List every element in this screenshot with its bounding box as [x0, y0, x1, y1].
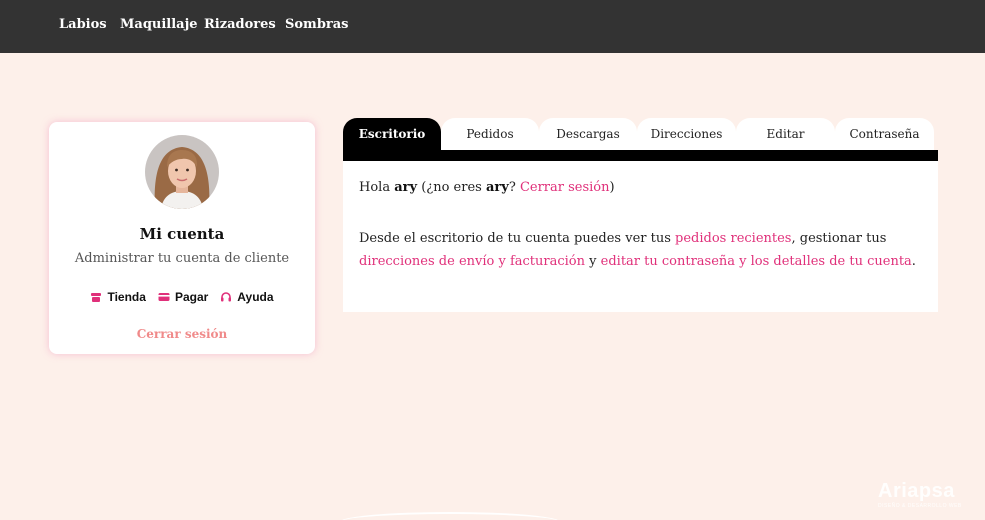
- help-link[interactable]: Ayuda: [220, 290, 274, 304]
- tab-descargas[interactable]: Descargas: [539, 118, 637, 151]
- nav-item-sombras[interactable]: Sombras: [285, 17, 349, 32]
- help-link-label: Ayuda: [237, 290, 274, 304]
- card-quick-links: Tienda Pagar Ayuda: [49, 290, 315, 304]
- tab-active-underline: [343, 150, 938, 161]
- store-link-label: Tienda: [107, 290, 146, 304]
- pay-link-label: Pagar: [174, 290, 209, 304]
- greeting-close-paren: ): [609, 180, 615, 195]
- tab-escritorio[interactable]: Escritorio: [343, 118, 441, 151]
- store-icon: [91, 293, 102, 302]
- greeting-logout-link[interactable]: Cerrar sesión: [520, 180, 610, 195]
- greeting-line: Hola ary (¿no eres ary? Cerrar sesión): [359, 180, 615, 195]
- pay-link[interactable]: Pagar: [158, 290, 208, 304]
- watermark-brand: Ariapsa: [878, 480, 955, 502]
- desc-text-4: .: [911, 254, 916, 269]
- edit-account-link[interactable]: editar tu contraseña y los detalles de t…: [601, 254, 912, 269]
- dashboard-description: Desde el escritorio de tu cuenta puedes …: [359, 227, 929, 273]
- account-profile-card: Mi cuenta Administrar tu cuenta de clien…: [49, 122, 315, 354]
- credit-card-icon: [158, 293, 170, 301]
- store-link[interactable]: Tienda: [90, 290, 146, 304]
- tab-direcciones[interactable]: Direcciones: [637, 118, 736, 151]
- decorative-arc: [340, 512, 560, 520]
- watermark-logo: Ariapsa DISEÑO & DESARROLLO WEB: [878, 480, 968, 516]
- tab-editar[interactable]: Editar: [736, 118, 835, 151]
- tab-pedidos[interactable]: Pedidos: [441, 118, 539, 151]
- greeting-username-2: ary: [485, 180, 509, 195]
- dashboard-panel: Hola ary (¿no eres ary? Cerrar sesión) D…: [343, 161, 938, 312]
- nav-item-rizadores[interactable]: Rizadores: [204, 17, 276, 32]
- greeting-not-you: (¿no eres: [421, 180, 482, 195]
- top-navigation-bar: Labios Maquillaje Rizadores Sombras: [0, 0, 985, 53]
- tab-contrasena[interactable]: Contraseña: [835, 118, 934, 151]
- greeting-qmark: ?: [508, 180, 516, 195]
- desc-text-1: Desde el escritorio de tu cuenta puedes …: [359, 231, 671, 246]
- card-logout-link[interactable]: Cerrar sesión: [49, 327, 315, 341]
- greeting-username: ary: [394, 180, 418, 195]
- watermark-tagline: DISEÑO & DESARROLLO WEB: [878, 503, 962, 509]
- recent-orders-link[interactable]: pedidos recientes: [675, 231, 791, 246]
- greeting-hola: Hola: [359, 180, 391, 195]
- nav-item-labios[interactable]: Labios: [59, 17, 107, 32]
- desc-text-2: , gestionar tus: [791, 231, 887, 246]
- addresses-link[interactable]: direcciones de envío y facturación: [359, 254, 585, 269]
- card-subtitle: Administrar tu cuenta de cliente: [74, 251, 290, 266]
- headphones-icon: [221, 292, 232, 302]
- avatar: [145, 135, 219, 209]
- nav-item-maquillaje[interactable]: Maquillaje: [120, 17, 198, 32]
- card-title: Mi cuenta: [139, 225, 225, 243]
- desc-text-3: y: [589, 254, 597, 269]
